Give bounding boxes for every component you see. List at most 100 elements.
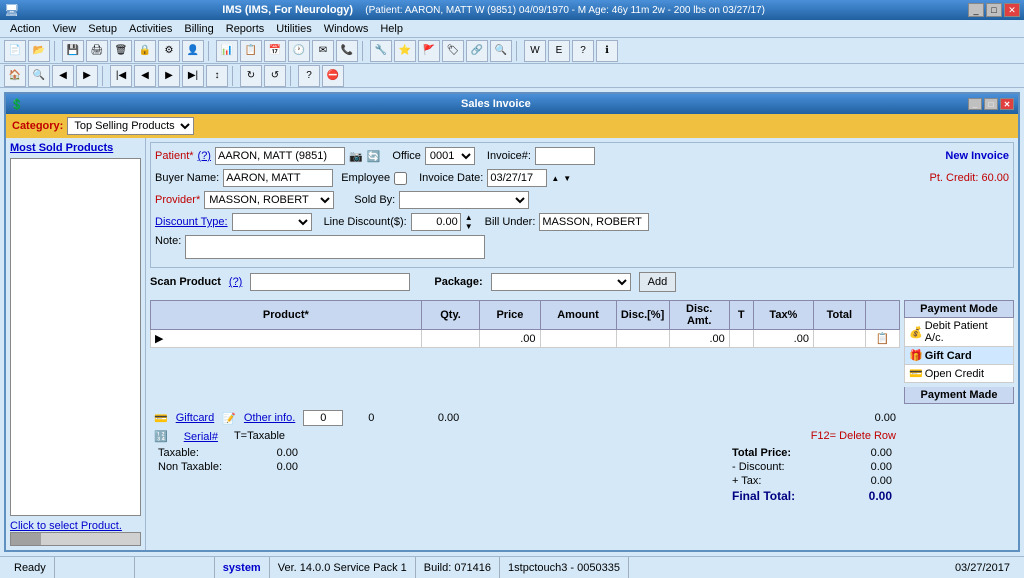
click-to-select[interactable]: Click to select Product. <box>10 520 141 532</box>
line-discount-input[interactable] <box>411 213 461 231</box>
office-select[interactable]: 0001 <box>425 147 475 165</box>
menu-windows[interactable]: Windows <box>318 22 375 36</box>
invoice-minimize-btn[interactable]: _ <box>968 98 982 110</box>
tb2-refresh[interactable]: ↻ <box>240 65 262 87</box>
employee-label: Employee <box>341 172 390 184</box>
tb-help[interactable]: ? <box>572 40 594 62</box>
patient-input[interactable] <box>215 147 345 165</box>
invoice-maximize-btn[interactable]: □ <box>984 98 998 110</box>
tb-open[interactable]: 📂 <box>28 40 50 62</box>
qty-input[interactable] <box>426 333 456 345</box>
tb-excel[interactable]: E <box>548 40 570 62</box>
tb-new[interactable]: 📄 <box>4 40 26 62</box>
buyer-input[interactable] <box>223 169 333 187</box>
tb-search[interactable]: 🔍 <box>490 40 512 62</box>
close-button[interactable]: ✕ <box>1004 3 1020 17</box>
serial-link[interactable]: Serial# <box>184 430 218 443</box>
tb-link[interactable]: 🔗 <box>466 40 488 62</box>
menu-reports[interactable]: Reports <box>220 22 271 36</box>
col-tax: Tax% <box>753 301 813 330</box>
sold-by-select[interactable] <box>399 191 529 209</box>
tb-chart[interactable]: 📊 <box>216 40 238 62</box>
tb-mail[interactable]: ✉ <box>312 40 334 62</box>
tb2-back[interactable]: ◀ <box>52 65 74 87</box>
tb2-forward[interactable]: ▶ <box>76 65 98 87</box>
tb-clock[interactable]: 🕐 <box>288 40 310 62</box>
tb-user[interactable]: 👤 <box>182 40 204 62</box>
category-select[interactable]: Top Selling Products <box>67 117 194 135</box>
row-btn[interactable]: 📋 <box>865 330 899 348</box>
tb2-stop[interactable]: ⛔ <box>322 65 344 87</box>
invoice-date-input[interactable] <box>487 169 547 187</box>
other-info-link[interactable]: Other info. <box>244 412 295 424</box>
scan-input[interactable] <box>250 273 410 291</box>
tb-info[interactable]: ℹ <box>596 40 618 62</box>
row-arrow: ▶ <box>151 330 422 348</box>
menu-view[interactable]: View <box>47 22 83 36</box>
invoice-num-input[interactable] <box>535 147 595 165</box>
provider-select[interactable]: MASSON, ROBERT <box>204 191 334 209</box>
patient-icon1[interactable]: 📷 <box>349 150 363 163</box>
tb-flag[interactable]: 🚩 <box>418 40 440 62</box>
tb-phone[interactable]: 📞 <box>336 40 358 62</box>
invoice-close-btn[interactable]: ✕ <box>1000 98 1014 110</box>
horizontal-scrollbar[interactable] <box>10 532 141 546</box>
date-spinner-down[interactable]: ▼ <box>563 174 571 183</box>
status-date: 03/27/2017 <box>947 557 1018 578</box>
tb-tools[interactable]: 🔧 <box>370 40 392 62</box>
note-textarea[interactable] <box>185 235 485 259</box>
invoice-num-label: Invoice#: <box>487 150 531 162</box>
payment-debit[interactable]: 💰 Debit Patient A/c. <box>904 318 1014 347</box>
note-row: Note: <box>155 235 1009 259</box>
minimize-button[interactable]: _ <box>968 3 984 17</box>
menu-action[interactable]: Action <box>4 22 47 36</box>
discount-type-select[interactable] <box>232 213 312 231</box>
tb2-nav-first[interactable]: |◀ <box>110 65 132 87</box>
tb-delete[interactable]: 🗑 <box>110 40 132 62</box>
qty-total-input[interactable] <box>303 410 343 426</box>
product-list[interactable] <box>10 158 141 516</box>
total-price-row: Total Price: 0.00 <box>732 447 892 459</box>
tb-word[interactable]: W <box>524 40 546 62</box>
bill-under-input[interactable] <box>539 213 649 231</box>
tb-print[interactable]: 🖨 <box>86 40 108 62</box>
spin-down[interactable]: ▼ <box>465 222 473 231</box>
payment-open-credit[interactable]: 💳 Open Credit <box>904 365 1014 383</box>
menu-activities[interactable]: Activities <box>123 22 178 36</box>
maximize-button[interactable]: □ <box>986 3 1002 17</box>
tb2-nav-prev[interactable]: ◀ <box>134 65 156 87</box>
add-button[interactable]: Add <box>639 272 677 292</box>
tb2-question[interactable]: ? <box>298 65 320 87</box>
tb-lock[interactable]: 🔒 <box>134 40 156 62</box>
row-qty[interactable] <box>421 330 480 348</box>
invoice-date-label: Invoice Date: <box>419 172 483 184</box>
discount-type-label[interactable]: Discount Type: <box>155 216 228 228</box>
provider-label: Provider* <box>155 194 200 206</box>
tb-settings[interactable]: ⚙ <box>158 40 180 62</box>
invoice-window: 💲 Sales Invoice _ □ ✕ Category: Top Sell… <box>4 92 1020 552</box>
tax-totals-left: Taxable: 0.00 Non Taxable: 0.00 <box>158 447 298 503</box>
menu-utilities[interactable]: Utilities <box>270 22 317 36</box>
tb2-nav-last[interactable]: ▶| <box>182 65 204 87</box>
menu-setup[interactable]: Setup <box>82 22 123 36</box>
tb-tag[interactable]: 🏷 <box>442 40 464 62</box>
menu-billing[interactable]: Billing <box>178 22 219 36</box>
tb2-refresh2[interactable]: ↺ <box>264 65 286 87</box>
payment-gift-card[interactable]: 🎁 Gift Card <box>904 347 1014 365</box>
tb2-search2[interactable]: 🔍 <box>28 65 50 87</box>
package-select[interactable] <box>491 273 631 291</box>
tb-calendar[interactable]: 📅 <box>264 40 286 62</box>
tb-list[interactable]: 📋 <box>240 40 262 62</box>
spin-up[interactable]: ▲ <box>465 213 473 222</box>
tb-save[interactable]: 💾 <box>62 40 84 62</box>
tb2-nav-next[interactable]: ▶ <box>158 65 180 87</box>
tb2-sort[interactable]: ↕ <box>206 65 228 87</box>
tb2-home[interactable]: 🏠 <box>4 65 26 87</box>
menu-help[interactable]: Help <box>374 22 409 36</box>
giftcard-link[interactable]: Giftcard <box>176 412 215 424</box>
tb-star[interactable]: ⭐ <box>394 40 416 62</box>
employee-checkbox[interactable] <box>394 172 407 185</box>
patient-icon2[interactable]: 🔄 <box>367 150 381 163</box>
discount-row: Discount Type: Line Discount($): ▲ ▼ Bil… <box>155 213 1009 231</box>
date-spinner-up[interactable]: ▲ <box>551 174 559 183</box>
